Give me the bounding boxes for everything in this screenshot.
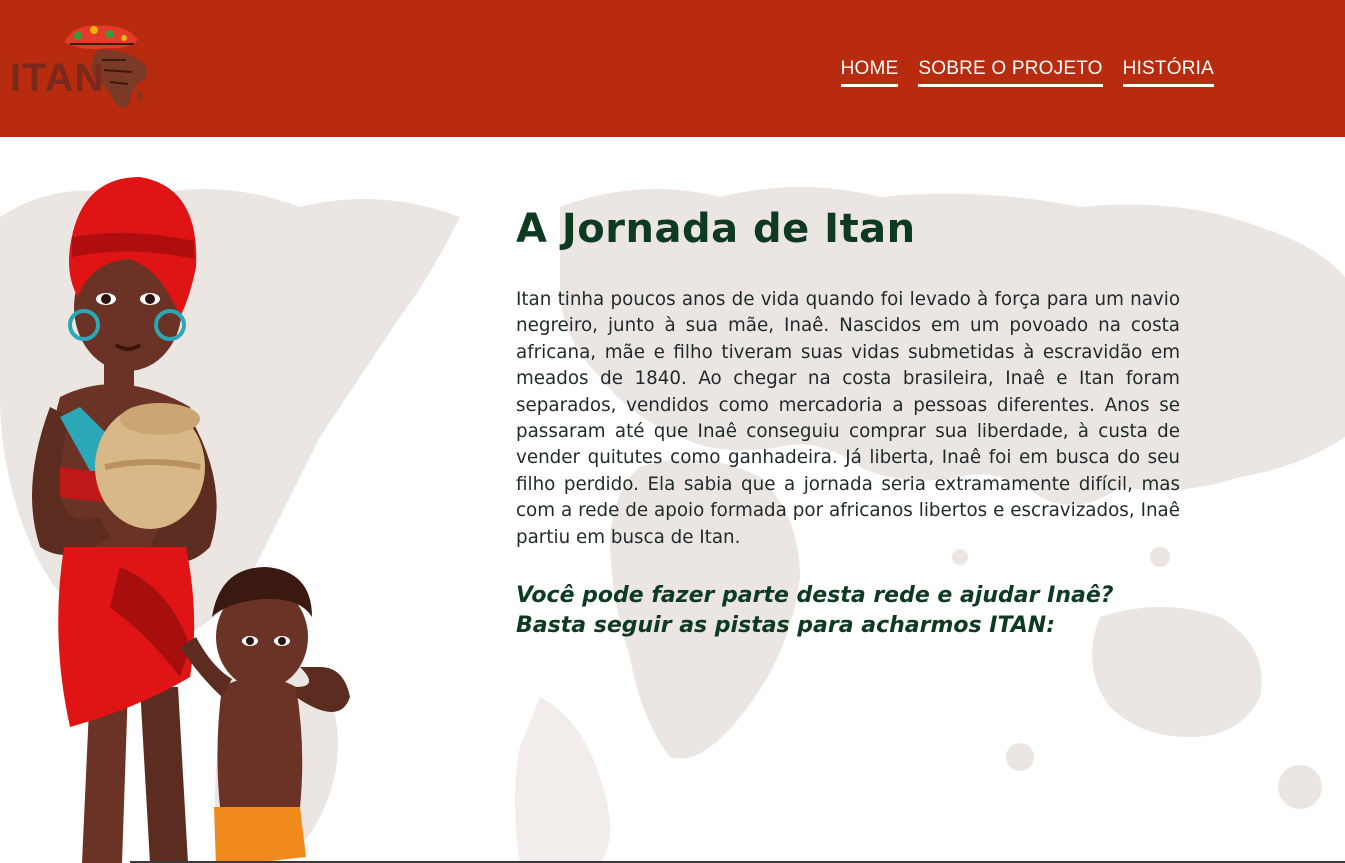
call-to-action: Você pode fazer parte desta rede e ajuda…: [516, 583, 1114, 639]
main-content: A Jornada de Itan Itan tinha poucos anos…: [0, 137, 1345, 863]
page-title: A Jornada de Itan: [516, 206, 916, 252]
nav-home[interactable]: HOME: [840, 58, 899, 87]
nav-historia[interactable]: HISTÓRIA: [1122, 58, 1214, 87]
story-paragraph: Itan tinha poucos anos de vida quando fo…: [516, 289, 1180, 548]
story-section: A Jornada de Itan Itan tinha poucos anos…: [516, 205, 1180, 641]
site-header: ITAN HOME SOBRE O PROJETO HISTÓRIA: [0, 0, 1345, 137]
nav-sobre-o-projeto[interactable]: SOBRE O PROJETO: [918, 58, 1103, 87]
mother-and-child-illustration: [32, 177, 350, 863]
main-nav: HOME SOBRE O PROJETO HISTÓRIA: [840, 58, 1214, 87]
logo-text: ITAN: [10, 56, 105, 100]
itan-logo[interactable]: ITAN: [6, 20, 156, 112]
